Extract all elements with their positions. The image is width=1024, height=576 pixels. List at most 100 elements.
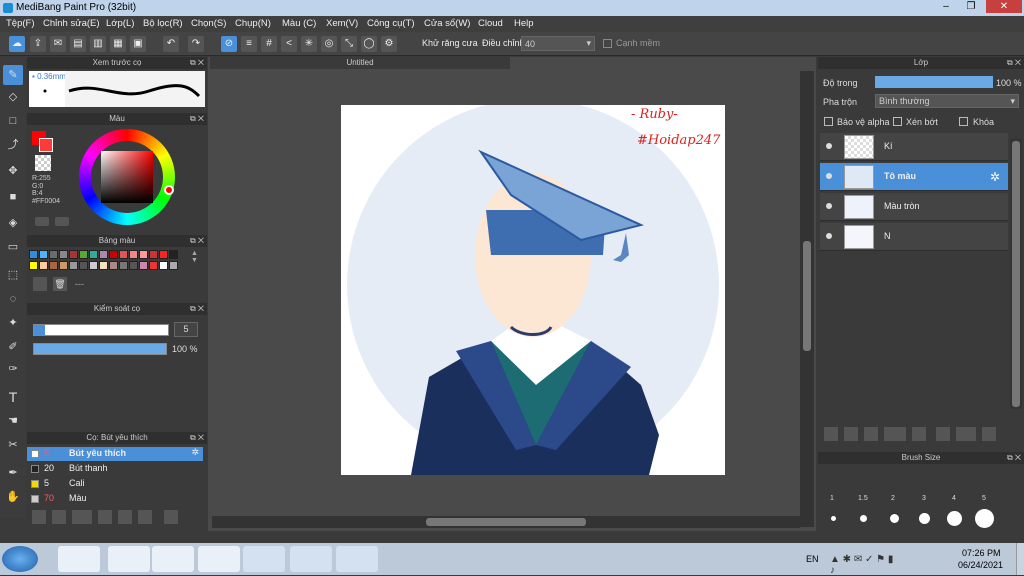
tray-icons[interactable]: ▲ ✱ ✉ ✓ ⚑ ▮ ♪ [830,554,900,576]
size-label[interactable]: 1.5 [858,495,868,502]
redo-icon[interactable]: ↷ [188,36,204,52]
undo-icon[interactable]: ↶ [163,36,179,52]
curve-snap-icon[interactable]: ⤡ [341,36,357,52]
palette-swatch[interactable] [159,261,168,270]
visibility-icon[interactable] [826,203,832,209]
brush-item-line[interactable]: 20 Bút thanh [27,462,203,476]
palette-swatch[interactable] [99,261,108,270]
palette-swatch[interactable] [129,261,138,270]
new-layer-icon[interactable] [824,427,838,441]
medibang-icon[interactable] [290,546,332,572]
media-player-icon[interactable] [152,546,194,572]
clip-checkbox[interactable] [893,117,902,126]
move-tool-icon[interactable]: ✥ [3,161,23,181]
palette-swatch[interactable] [89,250,98,259]
menu-help[interactable]: Help [514,18,534,29]
size-dot[interactable] [831,516,836,521]
layer-scrollbar[interactable] [1010,139,1022,409]
new-palette-icon[interactable] [33,277,47,291]
visibility-icon[interactable] [826,143,832,149]
menu-file[interactable]: Tệp(F) [6,18,35,29]
color-mode-button[interactable] [35,217,49,226]
saturation-square[interactable] [101,151,153,203]
eraser-tool-icon[interactable]: ◇ [3,87,23,107]
internet-explorer-icon[interactable] [198,546,240,572]
new-8bit-layer-icon[interactable] [844,427,858,441]
close-icon[interactable]: ⧉ ✕ [1007,452,1021,464]
new-file-icon[interactable]: ▤ [70,36,86,52]
duplicate-icon[interactable] [936,427,950,441]
cloud-icon[interactable]: ☁ [9,36,25,52]
document-icon[interactable]: ▥ [90,36,106,52]
eyedropper-tool-icon[interactable]: ✒ [3,463,23,483]
gear-icon[interactable]: ✲ [191,447,199,458]
gear-icon[interactable]: ✲ [990,170,1000,184]
palette-swatch[interactable] [149,250,158,259]
close-icon[interactable]: ⧉ ✕ [190,57,204,69]
brush-size-field[interactable]: 5 [174,322,198,337]
palette-swatch[interactable] [129,250,138,259]
menu-select[interactable]: Chọn(S) [191,18,226,29]
palette-swatch[interactable] [59,250,68,259]
snipping-tool-icon[interactable] [336,546,378,572]
radial-snap-icon[interactable]: ✳ [301,36,317,52]
palette-swatch[interactable] [169,250,178,259]
brush-item-color[interactable]: 70 Màu [27,492,203,506]
soft-edge-checkbox[interactable] [603,39,612,48]
upload-icon[interactable]: ⇪ [30,36,46,52]
close-icon[interactable]: ⧉ ✕ [190,432,204,444]
select-pen-tool-icon[interactable]: ✐ [3,337,23,357]
minimize-button[interactable]: – [935,0,957,13]
start-button[interactable] [2,546,38,572]
brush-menu-icon[interactable] [72,510,92,524]
size-dot[interactable] [947,511,962,526]
palette-swatch[interactable] [39,250,48,259]
trash-icon[interactable]: 🗑 [53,277,67,291]
folder-icon[interactable] [118,510,132,524]
canvas[interactable]: - Ruby- #Hoidap247 [341,99,725,475]
maximize-button[interactable]: ❐ [960,0,982,13]
brush-item-cali[interactable]: 5 Cali [27,477,203,491]
palette-swatch[interactable] [139,261,148,270]
layer-row[interactable]: Kí [820,133,1008,161]
lasso-tool-icon[interactable]: ◌ [3,289,23,309]
visibility-icon[interactable] [826,173,832,179]
parallel-snap-icon[interactable]: ≡ [241,36,257,52]
brush-item-favorite[interactable]: 5 Bút yêu thích ✲ [27,447,203,461]
pen-tool-icon[interactable]: ⤴ [3,135,23,155]
select-eraser-tool-icon[interactable]: ✑ [3,359,23,379]
circle-snap-icon[interactable]: ◎ [321,36,337,52]
size-dot[interactable] [890,514,899,523]
close-icon[interactable]: ⧉ ✕ [190,303,204,315]
show-desktop-button[interactable] [1016,543,1024,575]
palette-swatch[interactable] [29,250,38,259]
document-tab[interactable]: Untitled [210,57,510,69]
scrollbar-thumb[interactable] [426,518,586,526]
palette-swatch[interactable] [169,261,178,270]
palette-swatch[interactable] [69,250,78,259]
divide-tool-icon[interactable]: ✂ [3,435,23,455]
comment-icon[interactable]: ✉ [50,36,66,52]
fill-rect-tool-icon[interactable]: ■ [3,187,23,207]
menu-tools[interactable]: Công cụ(T) [367,18,415,29]
size-label[interactable]: 2 [891,495,895,502]
palette-swatch[interactable] [109,261,118,270]
brush-size-slider[interactable] [33,324,169,336]
magic-wand-tool-icon[interactable]: ✦ [3,313,23,333]
menu-window[interactable]: Cửa sổ(W) [424,18,470,29]
zalo-icon[interactable] [58,546,100,572]
grid-snap-icon[interactable]: # [261,36,277,52]
merge-icon[interactable] [956,427,976,441]
gradient-tool-icon[interactable]: ▭ [3,237,23,257]
menu-cloud[interactable]: Cloud [478,18,503,29]
menu-edit[interactable]: Chỉnh sửa(E) [43,18,100,29]
operation-tool-icon[interactable]: ☚ [3,411,23,431]
clock-time[interactable]: 07:26 PM [962,548,1001,558]
adjust-select[interactable]: 40 ▾ [521,36,595,51]
palette-scroll[interactable]: ▲ ▼ [191,250,201,272]
menu-capture[interactable]: Chụp(N) [235,18,271,29]
palette-swatch[interactable] [69,261,78,270]
palette-swatch[interactable] [29,261,38,270]
palette-swatch[interactable] [39,261,48,270]
snap-settings-icon[interactable]: ⚙ [381,36,397,52]
